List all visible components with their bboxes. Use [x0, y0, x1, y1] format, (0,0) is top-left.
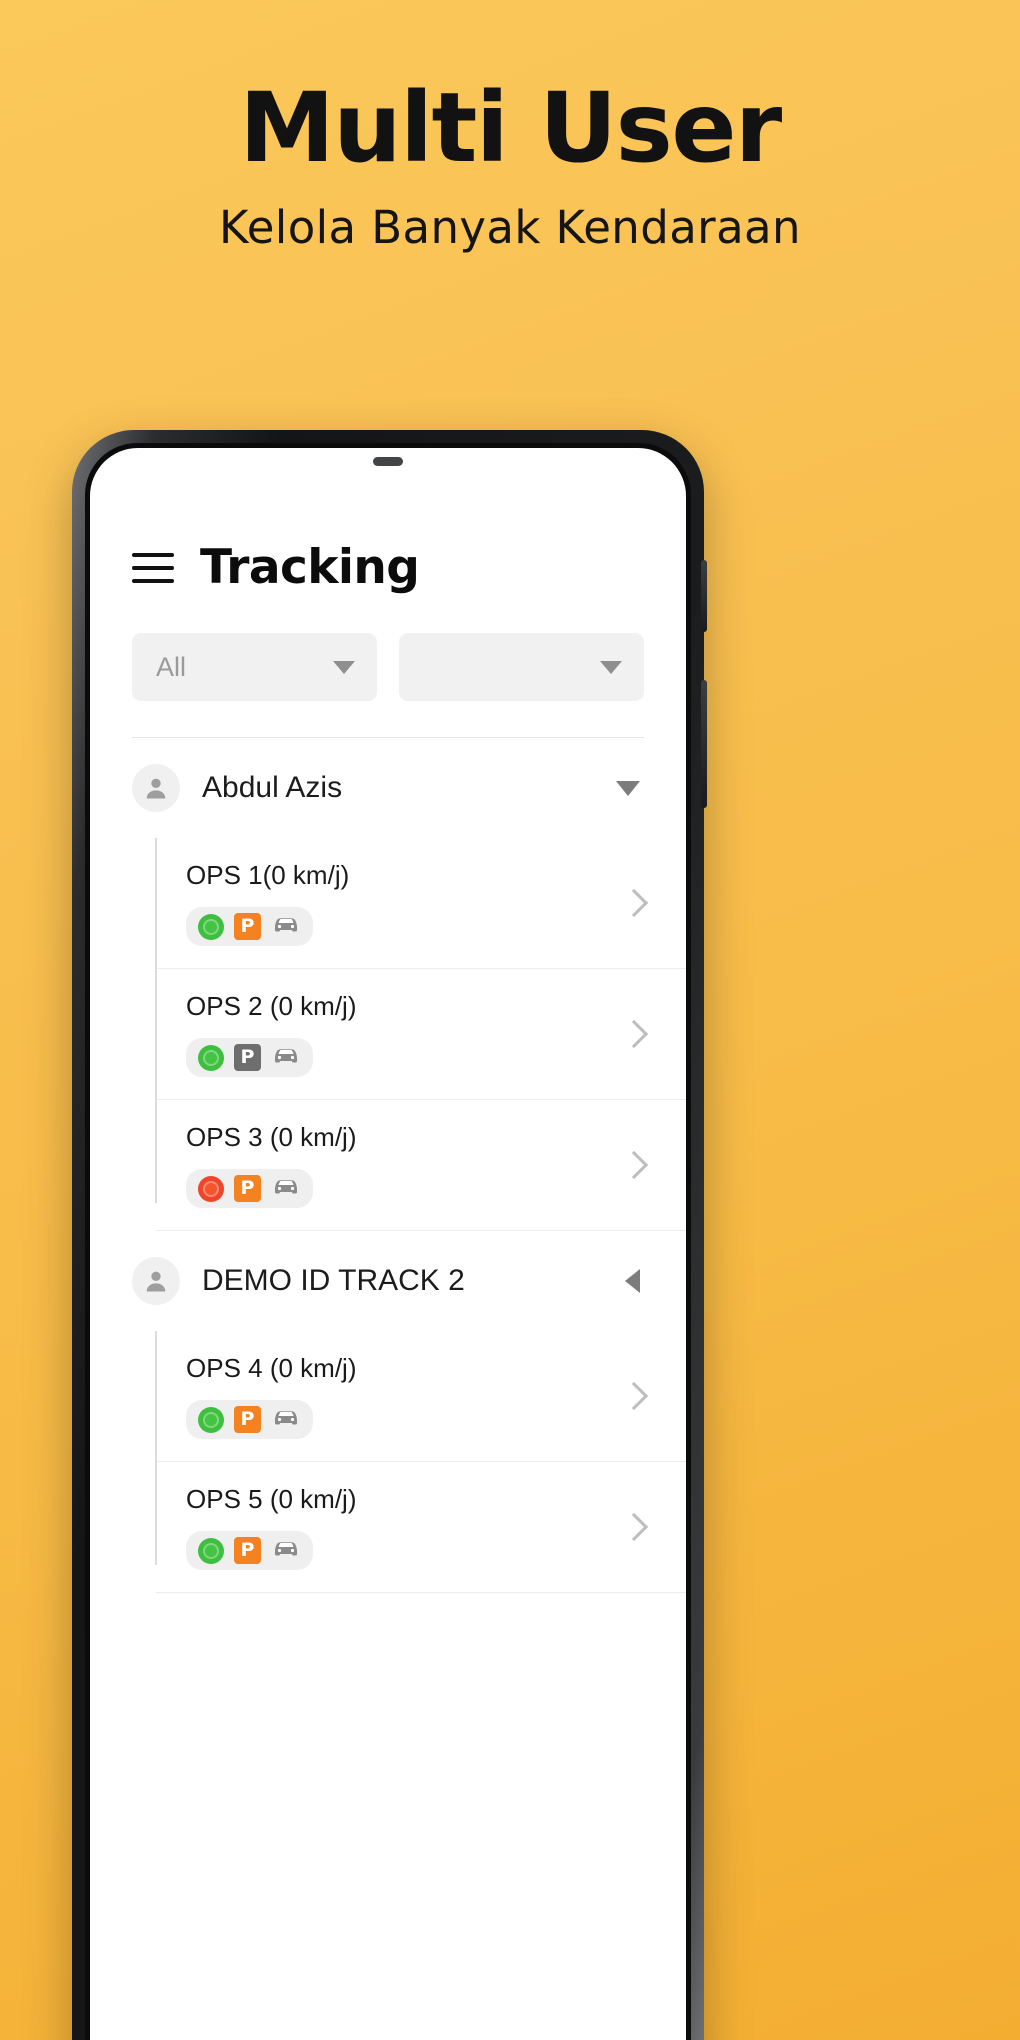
- car-icon: [271, 913, 301, 940]
- phone-mockup: Tracking All Abdul Azis OPS 1(0 km/j) P …: [72, 430, 707, 2040]
- phone-volume-button: [701, 680, 707, 808]
- vehicle-info: OPS 3 (0 km/j) P: [186, 1122, 606, 1208]
- filter-select-secondary[interactable]: [399, 633, 644, 701]
- vehicle-row[interactable]: OPS 1(0 km/j) P: [156, 838, 686, 969]
- front-camera: [373, 457, 403, 466]
- group-rail: [155, 838, 157, 1203]
- parking-badge-icon: P: [234, 1406, 261, 1433]
- chevron-right-icon[interactable]: [619, 1150, 649, 1180]
- car-icon: [271, 1175, 301, 1202]
- parking-badge-icon: P: [234, 1537, 261, 1564]
- chevron-right-icon[interactable]: [619, 888, 649, 918]
- phone-screen: Tracking All Abdul Azis OPS 1(0 km/j) P …: [90, 448, 686, 2040]
- vehicle-info: OPS 4 (0 km/j) P: [186, 1353, 606, 1439]
- tracking-app: Tracking All Abdul Azis OPS 1(0 km/j) P …: [90, 448, 686, 1593]
- phone-bezel: Tracking All Abdul Azis OPS 1(0 km/j) P …: [85, 443, 691, 2040]
- page-title: Multi User: [239, 72, 782, 184]
- car-icon: [271, 1537, 301, 1564]
- chevron-right-icon[interactable]: [619, 1019, 649, 1049]
- group-rail: [155, 1331, 157, 1565]
- hamburger-icon[interactable]: [132, 552, 174, 583]
- group-name: DEMO ID TRACK 2: [202, 1264, 465, 1297]
- vehicle-name: OPS 1(0 km/j): [186, 860, 350, 890]
- car-icon: [271, 1406, 301, 1433]
- vehicle-status-badges: P: [186, 1169, 313, 1208]
- vehicle-name: OPS 4 (0 km/j): [186, 1353, 357, 1383]
- vehicle-row[interactable]: OPS 2 (0 km/j) P: [156, 969, 686, 1100]
- filter-bar: All: [90, 595, 686, 701]
- vehicle-list-demo-id-track-2: OPS 4 (0 km/j) P OPS 5 (0 km/j) P: [90, 1331, 686, 1593]
- group-header-abdul-azis[interactable]: Abdul Azis: [90, 738, 686, 838]
- app-title: Tracking: [200, 540, 420, 595]
- parking-badge-icon: P: [234, 1044, 261, 1071]
- vehicle-row[interactable]: OPS 4 (0 km/j) P: [156, 1331, 686, 1462]
- chevron-right-icon[interactable]: [619, 1381, 649, 1411]
- vehicle-info: OPS 1(0 km/j) P: [186, 860, 606, 946]
- phone-power-button: [701, 560, 707, 632]
- vehicle-status-badges: P: [186, 1531, 313, 1570]
- vehicle-name: OPS 3 (0 km/j): [186, 1122, 357, 1152]
- parking-badge-icon: P: [234, 913, 261, 940]
- status-dot-icon: [198, 1175, 224, 1202]
- hamburger-bar: [132, 565, 174, 570]
- page-subtitle: Kelola Banyak Kendaraan: [219, 200, 801, 254]
- chevron-right-icon[interactable]: [619, 1512, 649, 1542]
- status-dot-icon: [198, 1406, 224, 1433]
- vehicle-status-badges: P: [186, 1038, 313, 1077]
- group-name: Abdul Azis: [202, 771, 343, 804]
- chevron-down-icon: [600, 660, 622, 674]
- avatar: [132, 1257, 180, 1305]
- filter-select-all[interactable]: All: [132, 633, 377, 701]
- car-icon: [271, 1044, 301, 1071]
- hamburger-bar: [132, 552, 174, 557]
- vehicle-info: OPS 2 (0 km/j) P: [186, 991, 606, 1077]
- vehicle-status-badges: P: [186, 907, 313, 946]
- chevron-down-icon: [333, 660, 355, 674]
- parking-badge-icon: P: [234, 1175, 261, 1202]
- hamburger-bar: [132, 578, 174, 583]
- vehicle-status-badges: P: [186, 1400, 313, 1439]
- vehicle-row[interactable]: OPS 3 (0 km/j) P: [156, 1100, 686, 1231]
- vehicle-info: OPS 5 (0 km/j) P: [186, 1484, 606, 1570]
- status-dot-icon: [198, 913, 224, 940]
- status-dot-icon: [198, 1537, 224, 1564]
- app-bar: Tracking: [90, 448, 686, 595]
- status-dot-icon: [198, 1044, 224, 1071]
- vehicle-name: OPS 5 (0 km/j): [186, 1484, 357, 1514]
- group-header-demo-id-track-2[interactable]: DEMO ID TRACK 2: [90, 1231, 686, 1331]
- vehicle-row[interactable]: OPS 5 (0 km/j) P: [156, 1462, 686, 1593]
- triangle-down-icon[interactable]: [616, 780, 640, 796]
- promo-headline-block: Multi User Kelola Banyak Kendaraan: [0, 0, 1020, 254]
- vehicle-list-abdul-azis: OPS 1(0 km/j) P OPS 2 (0 km/j) P OPS 3 (…: [90, 838, 686, 1231]
- filter-select-all-value: All: [156, 651, 187, 682]
- vehicle-name: OPS 2 (0 km/j): [186, 991, 357, 1021]
- avatar: [132, 764, 180, 812]
- triangle-left-icon[interactable]: [625, 1269, 640, 1293]
